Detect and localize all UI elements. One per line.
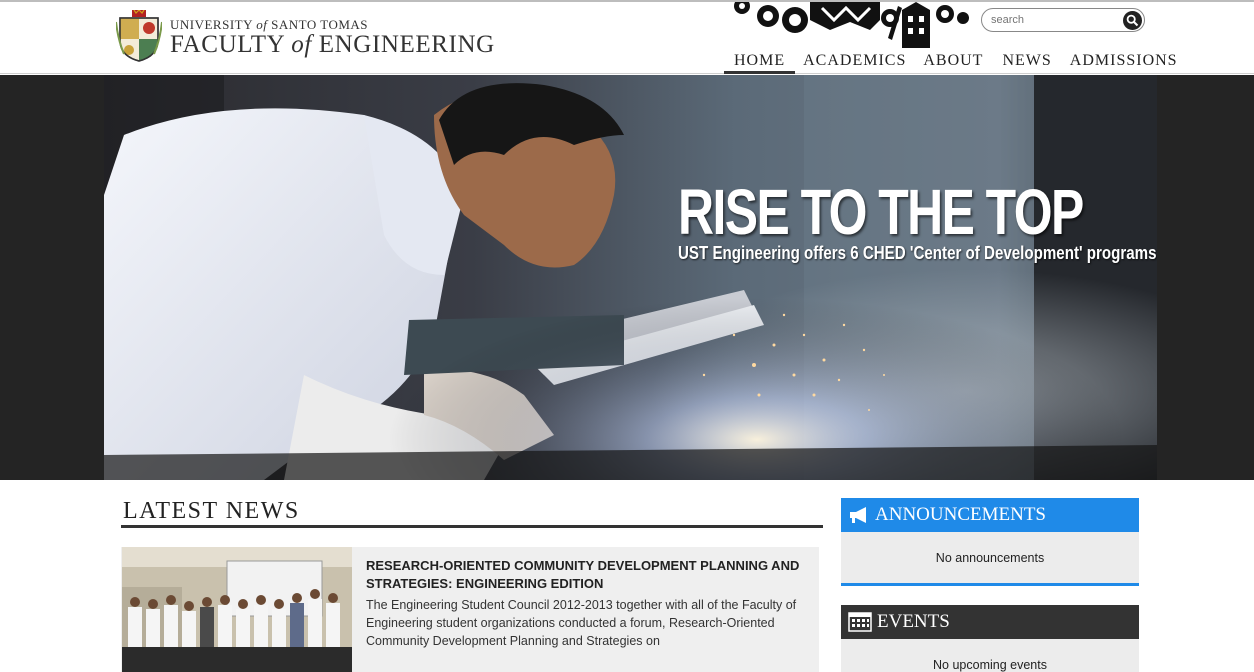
gears-decoration-icon <box>734 2 969 48</box>
hero-title: RISE TO THE TOP <box>678 176 1084 248</box>
news-item[interactable]: RESEARCH-ORIENTED COMMUNITY DEVELOPMENT … <box>121 547 819 672</box>
university-seal-icon <box>116 10 162 62</box>
main-nav: HOME ACADEMICS ABOUT NEWS ADMISSIONS <box>724 52 1178 74</box>
latest-news-divider <box>121 525 823 528</box>
announcements-title: ANNOUNCEMENTS <box>875 504 1046 525</box>
news-item-title[interactable]: RESEARCH-ORIENTED COMMUNITY DEVELOPMENT … <box>366 557 806 593</box>
nav-admissions[interactable]: ADMISSIONS <box>1060 52 1178 74</box>
nav-about[interactable]: ABOUT <box>915 52 993 74</box>
hero-welding-image <box>104 75 1157 480</box>
hero-subtitle: UST Engineering offers 6 CHED 'Center of… <box>678 243 1157 263</box>
nav-academics[interactable]: ACADEMICS <box>795 52 915 74</box>
latest-news-heading: LATEST NEWS <box>123 498 300 524</box>
search-button[interactable] <box>1123 11 1142 30</box>
events-body: No upcoming events <box>841 639 1139 672</box>
search-icon <box>1126 14 1139 27</box>
search-input[interactable] <box>991 12 1121 28</box>
faculty-name: FACULTY of ENGINEERING <box>170 31 495 58</box>
nav-news[interactable]: NEWS <box>993 52 1059 74</box>
site-logo[interactable]: UNIVERSITY of SANTO TOMAS FACULTY of ENG… <box>116 10 495 62</box>
announcements-header: ANNOUNCEMENTS <box>841 498 1139 532</box>
nav-home[interactable]: HOME <box>724 52 796 74</box>
calendar-icon <box>848 612 872 632</box>
megaphone-icon <box>848 506 870 524</box>
events-title: EVENTS <box>877 611 950 632</box>
announcements-empty-text: No announcements <box>935 551 1045 565</box>
site-header: UNIVERSITY of SANTO TOMAS FACULTY of ENG… <box>0 2 1254 74</box>
hero-banner[interactable]: RISE TO THE TOP UST Engineering offers 6… <box>104 75 1157 480</box>
news-item-excerpt: The Engineering Student Council 2012-201… <box>366 598 797 648</box>
search-box <box>981 8 1145 32</box>
university-name: UNIVERSITY of SANTO TOMAS <box>170 17 369 32</box>
events-empty-text: No upcoming events <box>933 658 1047 672</box>
announcements-body: No announcements <box>841 532 1139 586</box>
news-photo[interactable] <box>122 547 352 672</box>
events-header: EVENTS <box>841 605 1139 639</box>
